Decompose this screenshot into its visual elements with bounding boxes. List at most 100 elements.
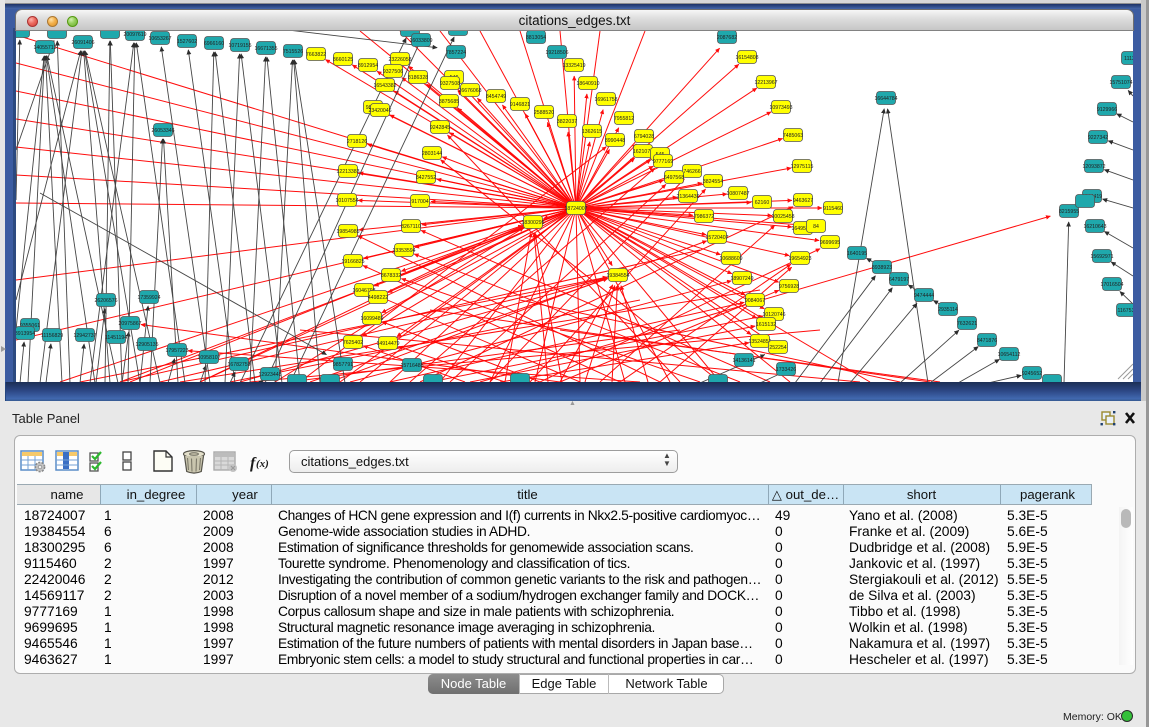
- svg-text:20975867: 20975867: [118, 321, 141, 327]
- svg-text:15720407: 15720407: [705, 235, 728, 241]
- svg-text:7625402: 7625402: [343, 340, 363, 346]
- svg-text:4498222: 4498222: [368, 295, 388, 301]
- svg-text:8990448: 8990448: [605, 138, 625, 144]
- svg-text:17957223: 17957223: [165, 348, 188, 354]
- svg-text:12975115: 12975115: [791, 164, 814, 170]
- svg-text:17016504: 17016504: [1100, 282, 1123, 288]
- svg-text:3913954: 3913954: [16, 331, 35, 337]
- svg-text:8215955: 8215955: [1059, 209, 1079, 215]
- svg-text:1527602: 1527602: [177, 39, 197, 45]
- svg-text:10107554: 10107554: [335, 198, 358, 204]
- svg-text:11124: 11124: [1124, 56, 1133, 62]
- svg-text:19654923: 19654923: [788, 256, 811, 262]
- svg-text:8813054: 8813054: [526, 35, 546, 41]
- svg-text:12923448: 12923448: [258, 372, 281, 378]
- svg-text:8267110: 8267110: [401, 224, 421, 230]
- svg-text:17359924: 17359924: [137, 295, 160, 301]
- svg-text:10025458: 10025458: [771, 214, 794, 220]
- svg-text:2588520: 2588520: [534, 110, 554, 116]
- svg-text:26206576: 26206576: [94, 298, 117, 304]
- svg-text:19218506: 19218506: [545, 50, 568, 56]
- svg-text:1733426: 1733426: [776, 367, 796, 373]
- svg-text:9245652: 9245652: [1022, 371, 1042, 377]
- svg-text:9227342: 9227342: [1088, 135, 1108, 141]
- svg-text:18724007: 18724007: [564, 206, 587, 212]
- svg-text:7632621: 7632621: [957, 321, 977, 327]
- svg-text:16154808: 16154808: [735, 55, 758, 61]
- svg-text:12213383: 12213383: [336, 169, 359, 175]
- svg-text:10688609: 10688609: [719, 256, 742, 262]
- svg-text:12213967: 12213967: [754, 80, 777, 86]
- svg-text:84: 84: [813, 224, 819, 230]
- svg-text:26091406: 26091406: [71, 40, 94, 46]
- svg-text:9084067: 9084067: [745, 298, 765, 304]
- svg-text:16033809: 16033809: [409, 38, 432, 44]
- svg-text:6966160: 6966160: [204, 41, 224, 47]
- svg-text:252254: 252254: [769, 345, 786, 351]
- svg-text:8471876: 8471876: [977, 338, 997, 344]
- svg-text:1362615: 1362615: [582, 129, 602, 135]
- svg-text:26053346: 26053346: [151, 128, 174, 134]
- svg-text:10973493: 10973493: [769, 105, 792, 111]
- svg-text:7955812: 7955812: [614, 116, 634, 122]
- svg-text:14055713: 14055713: [33, 45, 56, 51]
- svg-text:9857791: 9857791: [333, 362, 353, 368]
- svg-text:2718126: 2718126: [347, 139, 367, 145]
- svg-text:12093872: 12093872: [1082, 164, 1105, 170]
- svg-text:13353594: 13353594: [392, 248, 415, 254]
- svg-text:16210643: 16210643: [1083, 224, 1106, 230]
- svg-text:9756928: 9756928: [779, 284, 799, 290]
- svg-text:7485063: 7485063: [783, 133, 803, 139]
- svg-text:8427552: 8427552: [416, 175, 436, 181]
- svg-text:62160: 62160: [755, 200, 770, 206]
- svg-text:16671355: 16671355: [254, 46, 277, 52]
- svg-text:917004: 917004: [411, 199, 428, 205]
- svg-text:8660125: 8660125: [333, 57, 353, 63]
- svg-text:2935114: 2935114: [938, 307, 958, 313]
- svg-text:8912954: 8912954: [358, 63, 378, 69]
- svg-text:18640910: 18640910: [576, 81, 599, 87]
- svg-text:10958107: 10958107: [197, 355, 220, 361]
- svg-text:8938923: 8938923: [872, 265, 892, 271]
- svg-text:20097619: 20097619: [123, 32, 146, 38]
- svg-text:7515526: 7515526: [283, 49, 303, 55]
- svg-text:9327508: 9327508: [440, 81, 460, 87]
- svg-text:9777169: 9777169: [653, 159, 673, 165]
- svg-text:10653267: 10653267: [148, 36, 171, 42]
- svg-text:19166825: 19166825: [341, 259, 364, 265]
- svg-text:116753: 116753: [1118, 308, 1133, 314]
- svg-text:1615132: 1615132: [756, 322, 776, 328]
- svg-text:7663822: 7663822: [306, 52, 326, 58]
- svg-text:3824554: 3824554: [703, 179, 723, 185]
- svg-text:2087682: 2087682: [717, 35, 737, 41]
- svg-text:2803144: 2803144: [422, 151, 442, 157]
- svg-text:14136141: 14136141: [732, 358, 755, 364]
- svg-text:18300295: 18300295: [521, 220, 544, 226]
- svg-text:9129966: 9129966: [1097, 107, 1117, 113]
- svg-text:9699695: 9699695: [820, 240, 840, 246]
- svg-text:15716485: 15716485: [400, 363, 423, 369]
- svg-text:13325419: 13325419: [562, 63, 585, 69]
- svg-text:11451194: 11451194: [105, 335, 127, 341]
- svg-text:16644784: 16644784: [874, 96, 897, 102]
- svg-text:19854985: 19854985: [336, 229, 359, 235]
- svg-text:3822037: 3822037: [557, 119, 577, 125]
- svg-text:8454749: 8454749: [486, 94, 506, 100]
- svg-text:11156829: 11156829: [41, 333, 63, 339]
- svg-text:15692971: 15692971: [1090, 254, 1113, 260]
- svg-text:9474444: 9474444: [914, 293, 934, 299]
- svg-text:6497568: 6497568: [664, 175, 684, 181]
- svg-text:19384554: 19384554: [606, 273, 629, 279]
- svg-text:1640195: 1640195: [847, 251, 867, 257]
- svg-text:16543382: 16543382: [373, 83, 396, 89]
- svg-text:7986372: 7986372: [694, 214, 714, 220]
- svg-text:10807487: 10807487: [726, 191, 749, 197]
- svg-text:12905135: 12905135: [135, 342, 158, 348]
- svg-text:9463627: 9463627: [793, 198, 813, 204]
- svg-text:10719155: 10719155: [228, 43, 251, 49]
- svg-text:9242845: 9242845: [430, 125, 450, 131]
- svg-text:6794028: 6794028: [634, 134, 654, 140]
- svg-text:8186328: 8186328: [408, 75, 428, 81]
- svg-text:23420046: 23420046: [368, 108, 391, 114]
- svg-text:16961758: 16961758: [594, 97, 617, 103]
